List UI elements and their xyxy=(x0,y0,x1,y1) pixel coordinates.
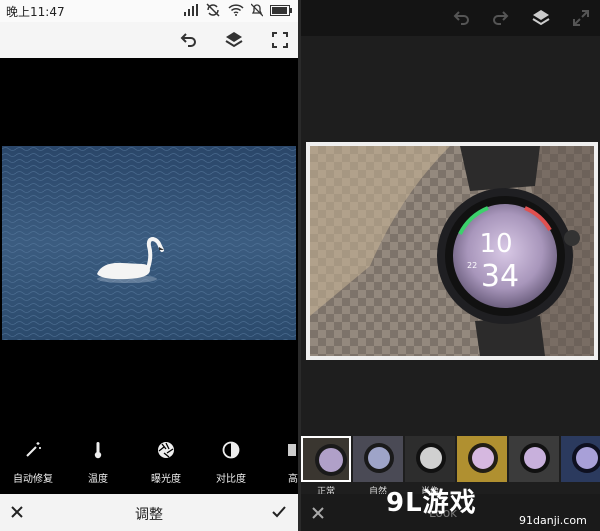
adjust-screen: 晚上11:47 自动修复 温度 曝光度 对比度 高 调整 xyxy=(0,0,298,531)
sync-off-icon xyxy=(206,3,220,17)
filter-thumb[interactable] xyxy=(561,436,600,482)
watermark-url: 91danji.com xyxy=(519,514,587,527)
layers-icon[interactable] xyxy=(531,8,551,28)
tool-contrast[interactable]: 对比度 xyxy=(201,436,261,485)
tool-label: 曝光度 xyxy=(151,474,181,485)
tool-auto-fix[interactable]: 自动修复 xyxy=(3,436,63,485)
fullscreen-icon[interactable] xyxy=(270,30,290,50)
tool-label: 对比度 xyxy=(216,474,246,485)
undo-icon[interactable] xyxy=(451,8,471,28)
watch-photo-frame: 10 34 22 xyxy=(306,142,598,360)
panel-title: 调整 xyxy=(135,507,163,523)
watch-side-text: 22 xyxy=(467,261,477,270)
contrast-icon xyxy=(222,441,240,459)
watermark-logo: 9L游戏 xyxy=(386,488,477,518)
thermometer-icon xyxy=(94,442,102,459)
adjust-tools: 自动修复 温度 曝光度 对比度 高 xyxy=(0,436,298,494)
status-bar: 晚上11:47 xyxy=(0,0,298,22)
bottom-bar: 调整 xyxy=(0,494,298,531)
filter-thumb-natural[interactable] xyxy=(405,436,455,482)
magic-wand-icon xyxy=(26,442,41,457)
layers-icon[interactable] xyxy=(224,30,244,50)
tool-partial[interactable]: 高 xyxy=(262,436,298,485)
watch-photo: 10 34 22 xyxy=(310,146,594,356)
filter-thumb-normal[interactable] xyxy=(301,436,351,482)
tool-exposure[interactable]: 曝光度 xyxy=(136,436,196,485)
status-icons xyxy=(184,3,292,17)
tool-label: 高 xyxy=(288,474,298,485)
signal-icon xyxy=(184,4,198,16)
filter-thumb[interactable] xyxy=(353,436,403,482)
partial-tool-icon xyxy=(288,444,296,456)
expand-icon[interactable] xyxy=(571,8,591,28)
wifi-icon xyxy=(228,4,244,16)
filter-thumb-portrait[interactable] xyxy=(457,436,507,482)
top-toolbar xyxy=(301,0,600,36)
bell-off-icon xyxy=(251,3,263,17)
filter-thumb[interactable] xyxy=(509,436,559,482)
tool-temperature[interactable]: 温度 xyxy=(68,436,128,485)
tool-label: 自动修复 xyxy=(13,474,53,485)
tool-label: 温度 xyxy=(88,474,108,485)
top-toolbar xyxy=(0,22,298,58)
redo-icon[interactable] xyxy=(491,8,511,28)
look-screen: 10 34 22 正常 自然 肖像 Look xyxy=(301,0,600,531)
status-time: 晚上11:47 xyxy=(6,4,65,19)
watch-hour: 10 xyxy=(479,229,512,259)
aperture-icon xyxy=(158,442,174,458)
check-icon[interactable] xyxy=(271,504,287,520)
undo-icon[interactable] xyxy=(178,30,198,50)
close-icon[interactable] xyxy=(311,506,325,520)
swan-photo xyxy=(2,146,296,340)
watch-minute: 34 xyxy=(481,259,519,294)
battery-icon xyxy=(270,4,292,16)
